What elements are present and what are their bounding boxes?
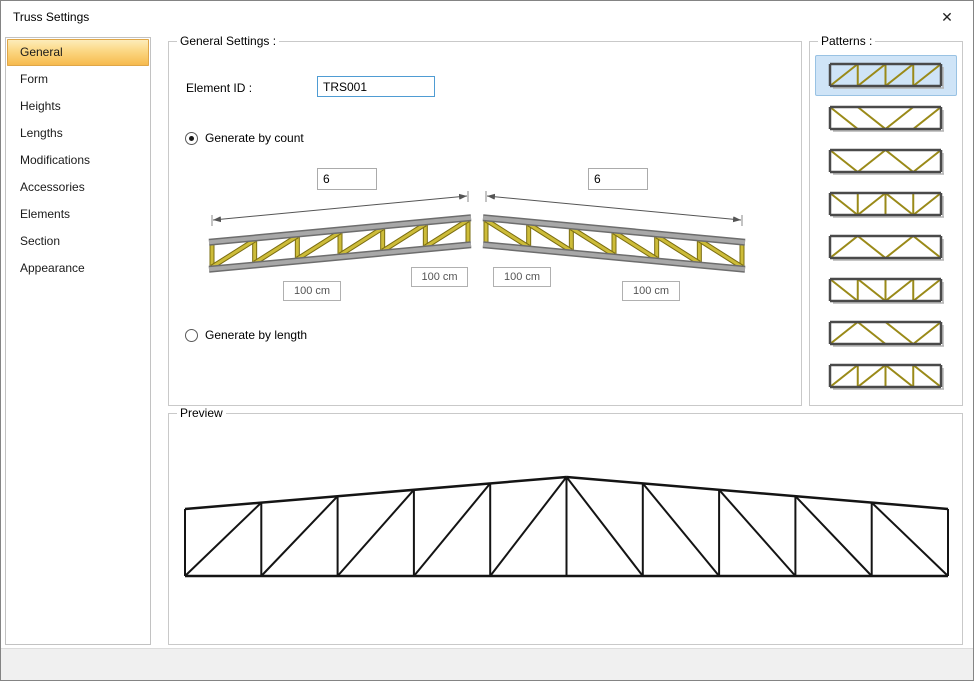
window-title: Truss Settings bbox=[13, 10, 89, 24]
generate-by-length-label: Generate by length bbox=[205, 328, 307, 342]
sidebar-item-modifications[interactable]: Modifications bbox=[7, 147, 149, 174]
truss-pattern-icon bbox=[828, 191, 945, 218]
truss-pattern-icon bbox=[828, 148, 945, 175]
pattern-item-3[interactable] bbox=[815, 141, 957, 182]
height-input-left-start[interactable] bbox=[283, 281, 341, 301]
pattern-item-6[interactable] bbox=[815, 270, 957, 311]
sidebar-item-lengths[interactable]: Lengths bbox=[7, 120, 149, 147]
sidebar-item-appearance[interactable]: Appearance bbox=[7, 255, 149, 282]
truss-pattern-icon bbox=[828, 234, 945, 261]
sidebar-item-section[interactable]: Section bbox=[7, 228, 149, 255]
truss-pattern-icon bbox=[828, 62, 945, 89]
pattern-item-8[interactable] bbox=[815, 356, 957, 397]
footer-bar: Tamam İptal bbox=[1, 648, 973, 681]
truss-settings-dialog: Truss Settings ✕ GeneralFormHeightsLengt… bbox=[0, 0, 974, 681]
pattern-item-7[interactable] bbox=[815, 313, 957, 354]
truss-pattern-icon bbox=[828, 277, 945, 304]
radio-unselected-icon bbox=[185, 329, 198, 342]
sidebar-item-accessories[interactable]: Accessories bbox=[7, 174, 149, 201]
sidebar-item-general[interactable]: General bbox=[7, 39, 149, 66]
patterns-list bbox=[813, 55, 959, 399]
sidebar-item-elements[interactable]: Elements bbox=[7, 201, 149, 228]
titlebar: Truss Settings ✕ bbox=[1, 1, 973, 33]
close-button[interactable]: ✕ bbox=[927, 3, 967, 31]
truss-pattern-icon bbox=[828, 320, 945, 347]
sidebar-item-heights[interactable]: Heights bbox=[7, 93, 149, 120]
height-input-right-end[interactable] bbox=[622, 281, 680, 301]
count-input-left[interactable] bbox=[317, 168, 377, 190]
patterns-group-title: Patterns : bbox=[818, 34, 875, 48]
element-id-input[interactable] bbox=[317, 76, 435, 97]
height-input-right-start[interactable] bbox=[493, 267, 551, 287]
generate-by-count-radio[interactable]: Generate by count bbox=[185, 131, 304, 145]
truss-pattern-icon bbox=[828, 105, 945, 132]
count-input-right[interactable] bbox=[588, 168, 648, 190]
sidebar-item-form[interactable]: Form bbox=[7, 66, 149, 93]
general-settings-group-title: General Settings : bbox=[177, 34, 279, 48]
pattern-item-2[interactable] bbox=[815, 98, 957, 139]
element-id-label: Element ID : bbox=[186, 81, 252, 95]
radio-selected-icon bbox=[185, 132, 198, 145]
preview-truss-diagram bbox=[170, 414, 961, 643]
generate-by-length-radio[interactable]: Generate by length bbox=[185, 328, 307, 342]
pattern-item-5[interactable] bbox=[815, 227, 957, 268]
pattern-item-1[interactable] bbox=[815, 55, 957, 96]
truss-pattern-icon bbox=[828, 363, 945, 390]
settings-nav: GeneralFormHeightsLengthsModificationsAc… bbox=[5, 37, 151, 645]
height-input-left-end[interactable] bbox=[411, 267, 468, 287]
generate-by-count-label: Generate by count bbox=[205, 131, 304, 145]
close-icon: ✕ bbox=[941, 9, 953, 26]
pattern-item-4[interactable] bbox=[815, 184, 957, 225]
